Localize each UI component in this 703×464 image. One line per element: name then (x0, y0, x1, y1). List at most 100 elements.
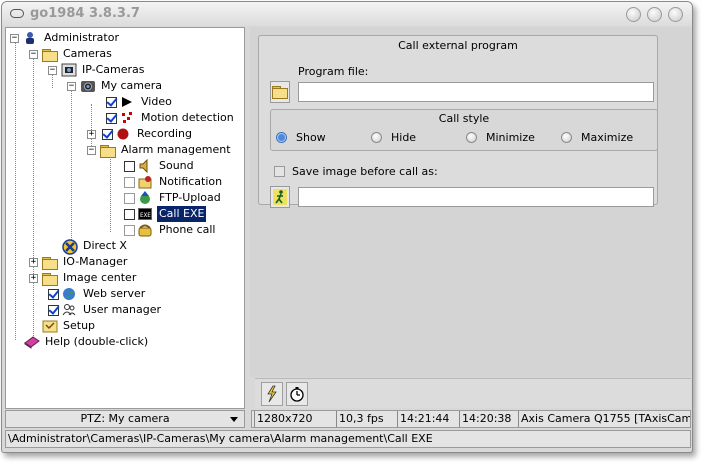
exe-icon: EXE (138, 207, 154, 221)
radio-icon (561, 132, 572, 143)
web-server-checkbox[interactable] (48, 288, 59, 300)
tree-item-user-manager[interactable]: User manager (48, 302, 163, 318)
collapse-icon[interactable]: − (29, 49, 38, 59)
style-hide-radio[interactable]: Hide (371, 131, 416, 144)
tree-item-call-exe[interactable]: EXE Call EXE (124, 206, 207, 222)
notification-checkbox[interactable] (124, 176, 135, 188)
expand-icon[interactable]: + (29, 257, 38, 267)
tree-item-recording[interactable]: + Recording (87, 126, 194, 142)
tree-item-my-camera[interactable]: − My camera (67, 78, 164, 94)
expand-icon[interactable]: + (87, 129, 96, 139)
tree-item-web-server[interactable]: Web server (48, 286, 147, 302)
save-image-browse-button[interactable] (270, 186, 290, 208)
play-icon (120, 95, 136, 109)
last-event-time-value: 14:20:38 (459, 411, 511, 427)
ftp-icon (138, 191, 154, 205)
maximize-button[interactable] (647, 7, 662, 22)
help-book-icon (24, 335, 40, 349)
close-button[interactable] (668, 7, 683, 22)
timer-button[interactable] (286, 382, 308, 406)
fps-value: 10,3 fps (336, 411, 384, 427)
camera-info-bar: 1280x720 10,3 fps 14:21:44 14:20:38 Axis… (251, 410, 691, 428)
video-checkbox[interactable] (106, 96, 117, 108)
radio-selected-icon (276, 132, 287, 143)
motion-detection-checkbox[interactable] (106, 112, 117, 124)
tree-item-setup[interactable]: Setup (42, 318, 97, 334)
ptz-selector[interactable]: PTZ: My camera (5, 410, 245, 428)
collapse-icon[interactable]: − (48, 65, 57, 75)
tree-item-help[interactable]: Help (double-click) (24, 334, 150, 350)
tree-item-io-manager[interactable]: + IO-Manager (29, 254, 129, 270)
tree-item-notification[interactable]: Notification (124, 174, 224, 190)
collapse-icon[interactable]: − (67, 81, 76, 91)
tree-item-direct-x[interactable]: Direct X (62, 238, 129, 255)
app-icon (10, 9, 24, 18)
ptz-control-button[interactable] (261, 382, 283, 406)
radio-icon (371, 132, 382, 143)
minimize-button[interactable] (626, 7, 641, 22)
style-minimize-radio[interactable]: Minimize (466, 131, 535, 144)
notification-icon (138, 175, 154, 189)
tree-item-phone-call[interactable]: Phone call (124, 222, 217, 238)
run-figure-icon (273, 189, 287, 205)
style-maximize-radio[interactable]: Maximize (561, 131, 633, 144)
phone-icon (138, 223, 154, 237)
globe-icon (62, 287, 78, 301)
style-show-radio[interactable]: Show (276, 131, 326, 144)
resolution-value: 1280x720 (254, 411, 313, 427)
call-external-title: Call external program (398, 39, 518, 52)
users-icon (62, 303, 78, 317)
call-style-title: Call style (438, 112, 490, 125)
recording-checkbox[interactable] (102, 128, 113, 140)
tree-item-motion-detection[interactable]: Motion detection (106, 110, 236, 126)
current-time-value: 14:21:44 (397, 411, 449, 427)
save-image-option[interactable]: Save image before call as: (274, 165, 438, 178)
ptz-label: PTZ: My camera (80, 412, 170, 425)
motion-icon (120, 111, 136, 125)
status-bar-path: \Administrator\Cameras\IP-Cameras\My cam… (5, 430, 691, 448)
collapse-icon[interactable]: − (87, 145, 96, 155)
tree-item-alarm-management[interactable]: − Alarm management (87, 142, 233, 158)
call-external-group: Call external program Program file: Call… (258, 35, 658, 208)
save-image-input[interactable] (298, 187, 654, 207)
program-file-label: Program file: (298, 65, 369, 78)
sound-checkbox[interactable] (124, 160, 135, 172)
collapse-icon[interactable]: − (10, 33, 19, 43)
camera-model-value: Axis Camera Q1755 [TAxisCamera (518, 411, 690, 427)
tree-item-video[interactable]: Video (106, 94, 174, 110)
call-exe-panel: Call external program Program file: Call… (250, 27, 691, 377)
folder-icon (42, 256, 58, 270)
svg-text:EXE: EXE (140, 212, 151, 219)
lightning-icon (267, 385, 277, 403)
save-image-checkbox[interactable] (274, 166, 285, 177)
folder-open-icon (100, 144, 116, 158)
browse-program-button[interactable] (270, 81, 290, 103)
tree-item-sound[interactable]: Sound (124, 158, 196, 174)
record-icon (116, 127, 132, 141)
admin-icon (23, 31, 39, 45)
user-manager-checkbox[interactable] (48, 304, 59, 316)
folder-icon (272, 86, 288, 99)
chevron-down-icon[interactable] (230, 417, 238, 422)
expand-icon[interactable]: + (29, 273, 38, 283)
camera-icon (80, 79, 96, 93)
tree-item-cameras[interactable]: − Cameras (29, 46, 114, 62)
tree-item-administrator[interactable]: − Administrator (10, 30, 121, 46)
ip-camera-group-icon (61, 63, 77, 77)
directx-icon (62, 239, 78, 255)
tree-item-image-center[interactable]: + Image center (29, 270, 138, 286)
tree-item-ip-cameras[interactable]: − IP-Cameras (48, 62, 147, 78)
tree-item-ftp-upload[interactable]: FTP-Upload (124, 190, 223, 206)
call-exe-checkbox[interactable] (124, 208, 135, 220)
program-file-input[interactable] (298, 82, 654, 102)
speaker-icon (138, 158, 154, 174)
ftp-upload-checkbox[interactable] (124, 192, 135, 204)
camera-toolbar (255, 378, 691, 408)
call-style-group: Call style Show Hide Minimize Maximize (270, 109, 658, 151)
navigation-tree[interactable]: − Administrator − Cameras − IP-Cameras −… (5, 27, 245, 409)
window-title: go1984 3.8.3.7 (30, 6, 140, 21)
save-image-label: Save image before call as: (292, 165, 438, 178)
phone-call-checkbox[interactable] (124, 224, 135, 236)
folder-open-icon (42, 48, 58, 62)
stopwatch-icon (290, 387, 304, 402)
